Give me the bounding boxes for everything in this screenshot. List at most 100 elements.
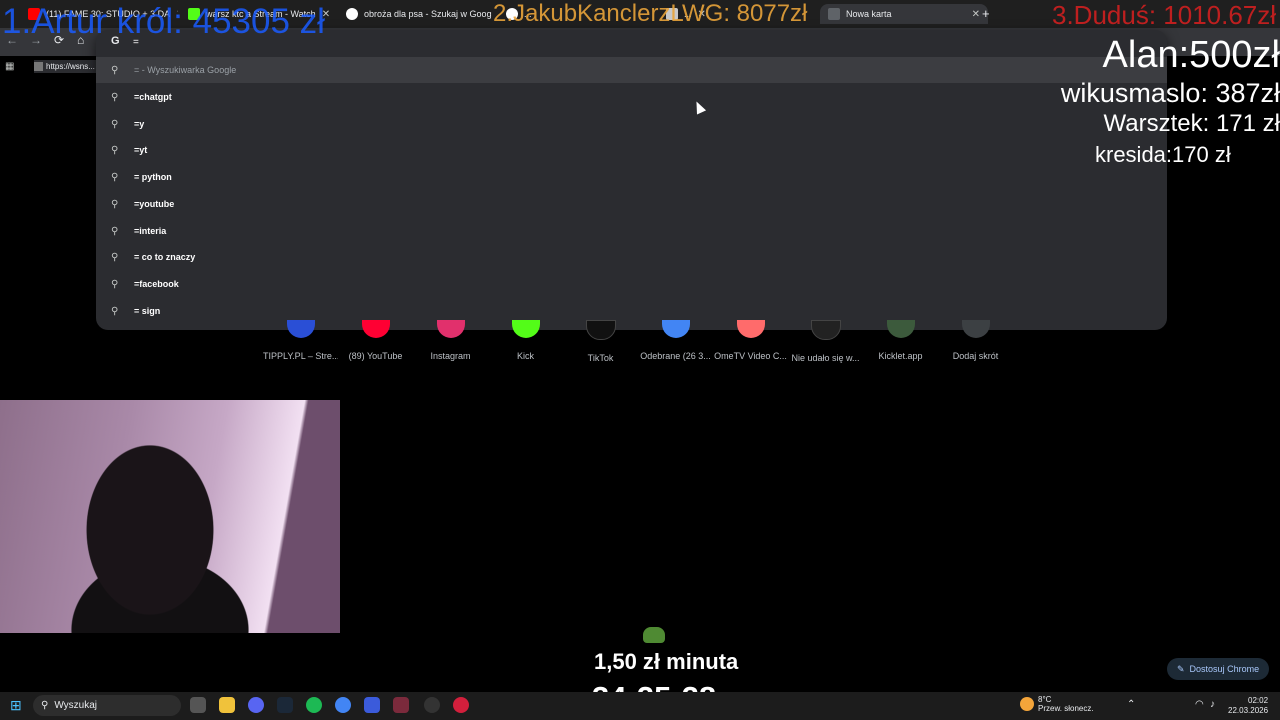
taskbar-search[interactable]: ⚲ Wyszukaj bbox=[33, 695, 181, 716]
suggestion-text: =youtube bbox=[134, 199, 175, 209]
recent-donor-3: Warsztek: 171 zł bbox=[1103, 110, 1280, 137]
suggestion-text: =y bbox=[134, 119, 145, 129]
close-icon[interactable]: ✕ bbox=[972, 9, 980, 20]
suggestion-item[interactable]: ⚲ = python bbox=[96, 164, 1167, 190]
file-explorer-icon[interactable] bbox=[219, 697, 235, 713]
search-icon: ⚲ bbox=[111, 198, 119, 210]
kick-icon bbox=[511, 320, 540, 338]
opera-icon[interactable] bbox=[453, 697, 469, 713]
search-icon: ⚲ bbox=[41, 700, 49, 711]
suggestion-item[interactable]: ⚲ =y bbox=[96, 111, 1167, 137]
suggestion-text: =yt bbox=[134, 145, 148, 155]
search-icon: ⚲ bbox=[111, 225, 119, 237]
top-donor-2: 2.JakubKanclerzLWG: 8077zł bbox=[493, 0, 808, 27]
taskbar-search-label: Wyszukaj bbox=[54, 700, 98, 711]
app-icon[interactable] bbox=[364, 697, 380, 713]
suggestion-text: = sign bbox=[134, 306, 161, 316]
suggestion-item[interactable]: ⚲ = - Wyszukiwarka Google bbox=[96, 57, 1167, 83]
suggestion-item[interactable]: ⚲ =interia bbox=[96, 218, 1167, 244]
tiktok-icon bbox=[585, 320, 616, 340]
page-icon bbox=[810, 320, 841, 340]
suggestion-text: = - Wyszukiwarka Google bbox=[134, 65, 237, 75]
tab-3[interactable]: obroża dla psa - Szukaj w Goog ✕ bbox=[346, 4, 492, 24]
top-donor-3: 3.Duduś: 1010.67zł bbox=[1052, 0, 1277, 30]
pencil-icon: ✎ bbox=[1177, 663, 1185, 674]
search-icon: ⚲ bbox=[111, 144, 119, 156]
recent-donor-4: kresida:170 zł bbox=[1095, 142, 1231, 167]
shortcut-label: TIPPLY.PL – Stre... bbox=[263, 351, 338, 361]
recent-donor-1: Alan:500zł bbox=[1102, 34, 1280, 76]
shortcut-ometv[interactable]: OmeTV Video C... bbox=[713, 320, 788, 361]
plus-icon bbox=[961, 320, 990, 338]
bookmark-favicon-icon bbox=[34, 62, 43, 71]
subathon-rate: 1,50 zł minuta bbox=[594, 649, 739, 674]
recent-donor-2: wikusmaslo: 387zł bbox=[1060, 78, 1280, 108]
chevron-up-icon[interactable]: ⌃ bbox=[1127, 699, 1135, 710]
shortcut-label: Instagram bbox=[430, 351, 471, 361]
shortcut-youtube[interactable]: (89) YouTube bbox=[338, 320, 413, 361]
top-donor-1: 1.Artur król: 45305 zł bbox=[2, 2, 325, 41]
sun-icon bbox=[1020, 697, 1034, 711]
suggestion-text: =chatgpt bbox=[134, 92, 172, 102]
suggestion-text: =interia bbox=[134, 226, 167, 236]
shortcut-label: (89) YouTube bbox=[348, 351, 403, 361]
frog-emote-icon bbox=[643, 627, 665, 643]
spotify-icon[interactable] bbox=[306, 697, 322, 713]
shortcut-gmail[interactable]: Odebrane (26 3... bbox=[638, 320, 713, 361]
shortcut-add[interactable]: Dodaj skrót bbox=[938, 320, 1013, 361]
search-icon: ⚲ bbox=[111, 278, 119, 290]
search-icon: ⚲ bbox=[111, 118, 119, 130]
search-icon: ⚲ bbox=[111, 91, 119, 103]
volume-icon[interactable]: ♪ bbox=[1210, 699, 1215, 710]
task-view-icon[interactable] bbox=[190, 697, 206, 713]
search-icon: ⚲ bbox=[111, 64, 119, 76]
apps-grid-icon[interactable]: ▦ bbox=[5, 61, 14, 72]
suggestion-item[interactable]: ⚲ =chatgpt bbox=[96, 84, 1167, 110]
wifi-icon[interactable]: ◠ bbox=[1195, 699, 1204, 710]
suggestion-text: =facebook bbox=[134, 279, 179, 289]
kicklet-icon bbox=[886, 320, 915, 338]
bookmark-label: https://wsns... bbox=[46, 62, 95, 71]
steam-active-icon[interactable] bbox=[393, 697, 409, 713]
new-tab-button[interactable]: + bbox=[982, 6, 990, 21]
google-favicon-icon bbox=[346, 8, 358, 20]
tipply-icon bbox=[286, 320, 315, 338]
gmail-icon bbox=[661, 320, 690, 338]
bookmark-item[interactable]: https://wsns... bbox=[34, 60, 96, 73]
instagram-icon bbox=[436, 320, 465, 338]
weather-desc: Przew. słonecz. bbox=[1038, 704, 1094, 713]
suggestion-item[interactable]: ⚲ =facebook bbox=[96, 271, 1167, 297]
obs-icon[interactable] bbox=[424, 697, 440, 713]
shortcut-failed-page[interactable]: Nie udało się w... bbox=[788, 320, 863, 363]
shortcut-instagram[interactable]: Instagram bbox=[413, 320, 488, 361]
system-clock[interactable]: 02:02 22.03.2026 bbox=[1228, 696, 1268, 716]
clock-time: 02:02 bbox=[1248, 696, 1269, 705]
shortcut-kicklet[interactable]: Kicklet.app bbox=[863, 320, 938, 361]
tab-6-title: Nowa karta bbox=[846, 9, 892, 19]
discord-icon[interactable] bbox=[248, 697, 264, 713]
clock-date: 22.03.2026 bbox=[1228, 706, 1269, 715]
suggestion-item[interactable]: ⚲ =youtube bbox=[96, 191, 1167, 217]
suggestion-text: = co to znaczy bbox=[134, 252, 196, 262]
windows-start-icon[interactable]: ⊞ bbox=[10, 697, 22, 714]
shortcut-kick[interactable]: Kick bbox=[488, 320, 563, 361]
suggestion-item[interactable]: ⚲ = co to znaczy bbox=[96, 244, 1167, 270]
webcam-feed bbox=[0, 400, 340, 633]
suggestion-item[interactable]: ⚲ =yt bbox=[96, 137, 1167, 163]
search-icon: ⚲ bbox=[111, 305, 119, 317]
customize-chrome-button[interactable]: ✎ Dostosuj Chrome bbox=[1167, 658, 1270, 680]
chrome-icon[interactable] bbox=[335, 697, 351, 713]
weather-widget[interactable]: 8°C Przew. słonecz. bbox=[1020, 695, 1094, 713]
shortcut-label: Kick bbox=[516, 351, 534, 361]
search-icon: ⚲ bbox=[111, 251, 119, 263]
shortcut-label: Odebrane (26 3... bbox=[640, 351, 711, 361]
shortcut-label: TikTok bbox=[587, 353, 614, 363]
tab-new-tab[interactable]: Nowa karta ✕ bbox=[820, 4, 988, 24]
shortcut-tipply[interactable]: TIPPLY.PL – Stre... bbox=[263, 320, 338, 361]
weather-temp: 8°C bbox=[1038, 695, 1052, 704]
suggestion-text: = python bbox=[134, 172, 172, 182]
steam-icon[interactable] bbox=[277, 697, 293, 713]
shortcut-tiktok[interactable]: TikTok bbox=[563, 320, 638, 363]
shortcut-label: Kicklet.app bbox=[878, 351, 923, 361]
tab-3-title: obroża dla psa - Szukaj w Goog bbox=[364, 9, 492, 19]
